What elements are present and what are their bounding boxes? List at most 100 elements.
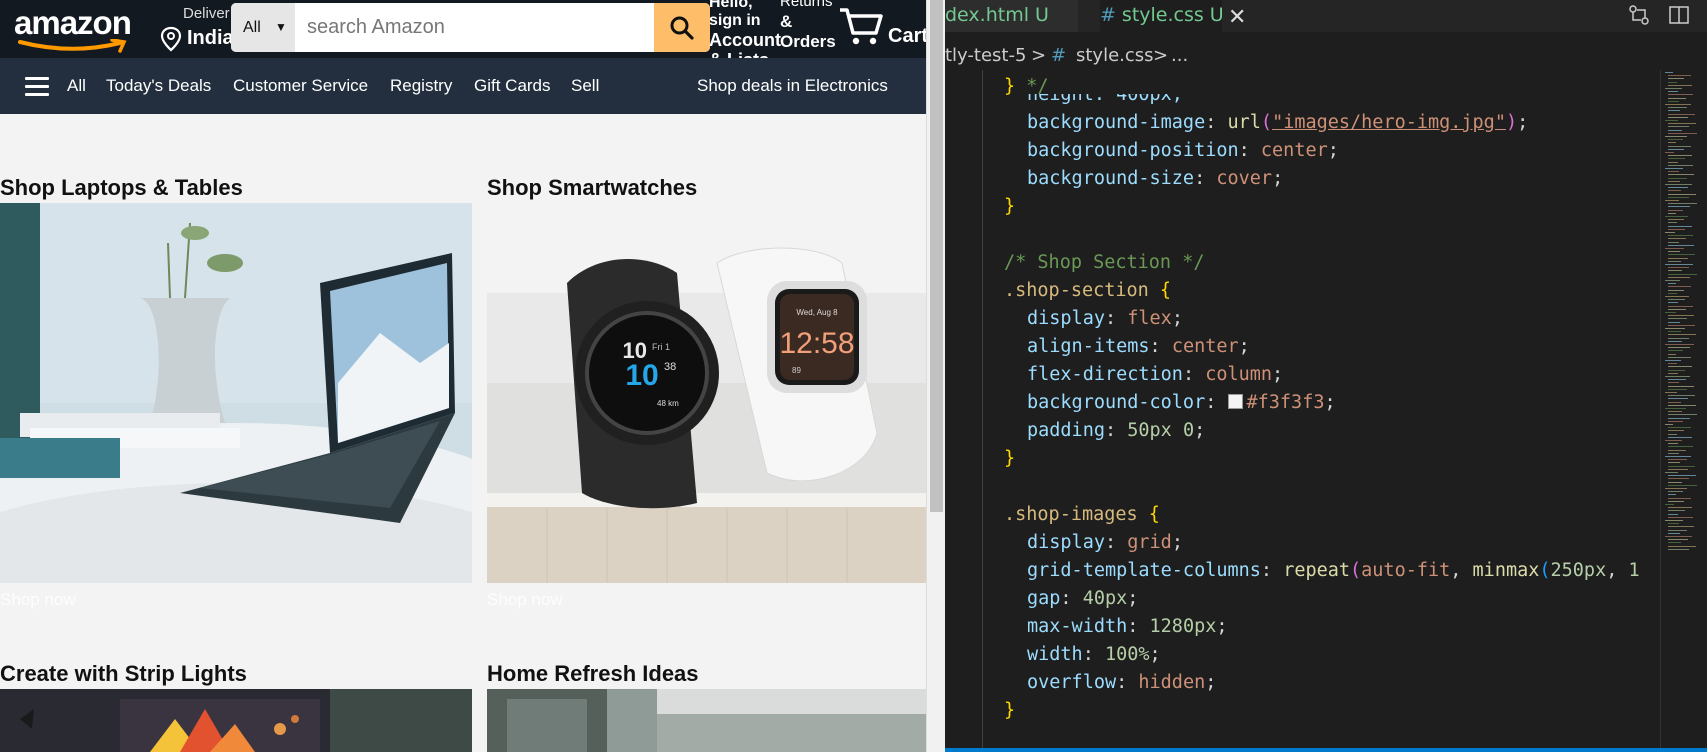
tab-style-css[interactable]: # style.css U [1100, 0, 1224, 32]
minimap-line [1668, 433, 1677, 435]
minimap-line [1668, 116, 1688, 118]
minimap-line [1668, 193, 1696, 195]
code-line: overflow: hidden; [1027, 672, 1217, 693]
minimap-line [1668, 363, 1677, 365]
minimap-line [1668, 459, 1687, 461]
tab-index-html[interactable]: dex.html U [945, 0, 1078, 32]
smartwatches-image[interactable]: 10 Fri 1 10 38 48 km Wed, Aug 8 12:58 89 [487, 203, 926, 583]
minimap-line [1665, 536, 1692, 537]
minimap-line [1665, 248, 1684, 249]
minimap-line [1665, 360, 1681, 361]
minimap-line [1665, 456, 1691, 457]
subnav-todays-deals[interactable]: Today's Deals [106, 76, 211, 96]
subnav-all[interactable]: All [67, 76, 86, 96]
split-editor-icon[interactable] [1668, 4, 1690, 26]
minimap-line [1668, 161, 1678, 163]
subnav-registry[interactable]: Registry [390, 76, 452, 96]
subnav-promo[interactable]: Shop deals in Electronics [697, 76, 888, 96]
breadcrumb-folder[interactable]: tly-test-5 [945, 45, 1026, 66]
laptops-image[interactable] [0, 203, 472, 583]
subnav-customer-service[interactable]: Customer Service [233, 76, 368, 96]
code-line: } [1004, 700, 1016, 721]
minimap-line [1668, 395, 1695, 397]
breadcrumb-more[interactable]: ... [1171, 45, 1188, 66]
minimap-line [1668, 187, 1688, 189]
minimap-line [1668, 331, 1681, 333]
minimap-line [1668, 113, 1695, 115]
minimap-line [1665, 232, 1675, 233]
minimap-line [1668, 481, 1682, 483]
returns-orders[interactable]: Returns & Orders [780, 0, 840, 52]
minimap-line [1665, 120, 1678, 121]
card-title-strip-lights: Create with Strip Lights [0, 661, 247, 686]
minimap-line [1668, 420, 1683, 422]
minimap-line [1668, 401, 1681, 403]
minimap-line [1668, 132, 1697, 134]
minimap-line [1668, 366, 1692, 368]
minimap-line [1665, 472, 1678, 473]
minimap-line [1668, 222, 1677, 224]
code-line: background-size: cover; [1027, 168, 1284, 189]
minimap-line [1668, 379, 1686, 381]
close-tab-icon[interactable]: ✕ [1228, 4, 1246, 30]
minimap-line [1665, 168, 1683, 169]
minimap-line [1668, 507, 1692, 509]
minimap-line [1668, 251, 1680, 253]
minimap-line [1668, 238, 1686, 240]
cart-icon [840, 8, 883, 45]
status-strip [945, 748, 1707, 752]
search-category-select[interactable]: All ▼ [231, 3, 295, 52]
minimap-line [1668, 315, 1694, 317]
home-refresh-image[interactable] [487, 689, 926, 752]
code-line: .shop-section { [1004, 280, 1172, 301]
minimap-line [1668, 452, 1679, 454]
amazon-logo[interactable]: amazon [14, 4, 132, 42]
minimap-line [1668, 334, 1696, 336]
subnav-gift-cards[interactable]: Gift Cards [474, 76, 551, 96]
source-control-compare-icon[interactable] [1628, 4, 1650, 26]
minimap-line [1668, 494, 1676, 496]
breadcrumb-file[interactable]: style.css [1076, 45, 1154, 66]
breadcrumb-separator: > [1031, 45, 1047, 66]
card-cta-laptops[interactable]: Shop now [0, 590, 76, 610]
strip-lights-image[interactable] [0, 689, 472, 752]
minimap-line [1668, 100, 1679, 102]
card-title-home-refresh: Home Refresh Ideas [487, 661, 699, 686]
browser-window: amazon Deliver India All ▼ Hello, sign in… [0, 0, 926, 752]
minimap-line [1668, 257, 1688, 259]
minimap-line [1665, 344, 1694, 345]
code-area[interactable]: } */ height: 400px; background-image: ur… [945, 70, 1660, 752]
minimap-line [1668, 436, 1692, 438]
tab-label: style.css [1121, 4, 1204, 26]
minimap-line [1668, 203, 1697, 205]
orders-label: Orders [780, 32, 836, 51]
browser-scrollbar[interactable] [926, 0, 945, 752]
minimap-line [1668, 228, 1685, 230]
code-line: height: 400px; [1027, 94, 1183, 105]
minimap-line [1668, 475, 1696, 477]
search-button[interactable] [654, 3, 710, 52]
minimap-line [1665, 376, 1690, 377]
card-cta-smartwatches[interactable]: Shop now [487, 590, 563, 610]
minimap-line [1668, 411, 1682, 413]
search-input[interactable] [295, 3, 645, 52]
shop-section: Shop Laptops & Tables Shop now Shop Smar… [0, 114, 926, 752]
watch1-seconds: 38 [664, 361, 676, 373]
minimap-line [1668, 548, 1689, 550]
cart[interactable]: Cart [838, 6, 926, 51]
minimap-line [1668, 148, 1684, 150]
subnav-sell[interactable]: Sell [571, 76, 599, 96]
minimap-line [1668, 276, 1690, 278]
code-line: max-width: 1280px; [1027, 616, 1228, 637]
code-line: display: grid; [1027, 532, 1183, 553]
location-pin-icon [160, 26, 182, 52]
color-swatch[interactable] [1227, 394, 1243, 409]
minimap-line [1668, 443, 1678, 445]
hamburger-menu-icon[interactable] [25, 77, 49, 96]
minimap[interactable] [1660, 70, 1707, 752]
minimap-line [1665, 280, 1680, 281]
minimap-line [1668, 78, 1684, 80]
minimap-line [1668, 446, 1693, 448]
scrollbar-thumb[interactable] [930, 0, 943, 512]
minimap-line [1668, 171, 1679, 173]
